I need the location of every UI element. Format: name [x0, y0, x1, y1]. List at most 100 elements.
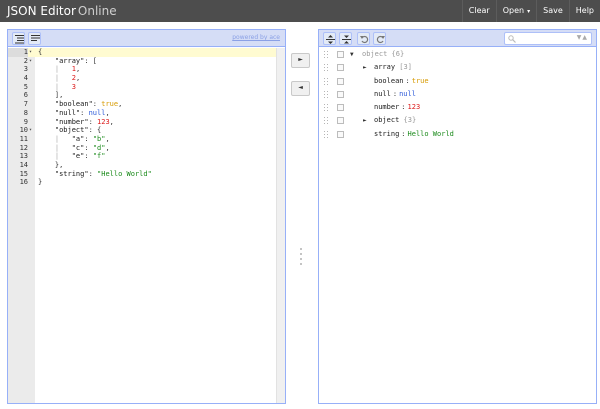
code-line: 3 | 1, — [8, 65, 276, 74]
code-line: 14 }, — [8, 161, 276, 170]
tree-root-label: object — [362, 50, 388, 58]
code-scrollbar[interactable] — [276, 48, 285, 403]
line-number: 7 — [23, 100, 28, 109]
drag-handle-icon[interactable] — [324, 104, 329, 112]
drag-handle-icon[interactable] — [324, 51, 329, 58]
context-menu-button[interactable] — [337, 64, 344, 72]
line-number: 3 — [23, 65, 28, 74]
arrow-left-icon: ◄ — [298, 84, 303, 91]
line-number: 15 — [19, 169, 28, 178]
clear-button[interactable]: Clear — [461, 0, 496, 22]
fold-icon[interactable]: ▾ — [29, 57, 32, 66]
tree-count: [3] — [399, 63, 412, 72]
open-label: Open — [502, 6, 525, 15]
line-number: 12 — [19, 143, 28, 152]
tree-node-number: number:123 — [319, 101, 596, 114]
drag-handle-icon[interactable] — [324, 90, 329, 98]
tree-node-array: ► array [3] — [319, 61, 596, 74]
context-menu-button[interactable] — [337, 104, 344, 112]
powered-by-link[interactable]: powered by ace — [232, 34, 280, 41]
open-menu-button[interactable]: Open ▾ — [495, 0, 536, 22]
tree-field[interactable]: object — [374, 116, 399, 124]
line-number: 5 — [23, 82, 28, 91]
code-line: 7 "boolean": true, — [8, 100, 276, 109]
search-input[interactable]: ▼▲ — [504, 32, 592, 45]
code-editor-panel: powered by ace 1 ▾{ 2 ▾ "array": [ 3 | 1, … — [7, 29, 286, 404]
tree-node-root: ▼ object {6} — [319, 48, 596, 61]
tree-value[interactable]: null — [399, 90, 416, 98]
tree-field[interactable]: number — [374, 103, 399, 111]
redo-icon — [376, 35, 385, 44]
tree-root-count: {6} — [391, 50, 405, 58]
expand-all-icon — [326, 35, 335, 44]
context-menu-button[interactable] — [337, 130, 344, 138]
code-toolbar: powered by ace — [8, 30, 285, 47]
tree-toolbar: ▼▲ — [319, 30, 596, 47]
tree-value[interactable]: 123 — [408, 103, 421, 111]
drag-handle-icon[interactable] — [324, 77, 329, 85]
compact-icon — [31, 35, 40, 41]
tree-editor-panel: ▼▲ ▼ object {6} ► array [3] boolean: true… — [318, 29, 597, 404]
line-number: 13 — [19, 152, 28, 161]
line-number: 8 — [23, 108, 28, 117]
tree-field[interactable]: null — [374, 90, 391, 98]
tree-field[interactable]: array — [374, 63, 395, 71]
collapse-all-button[interactable] — [339, 32, 352, 45]
code-line: 6 ], — [8, 91, 276, 100]
fold-icon[interactable]: ▾ — [29, 48, 32, 57]
top-bar: JSON Editor Online Clear Open ▾ Save Help — [0, 0, 600, 22]
drag-handle-icon[interactable] — [324, 64, 329, 72]
line-number: 1 — [8, 48, 28, 57]
tree-value[interactable]: true — [412, 77, 429, 85]
tree-node-object: ► object {3} — [319, 114, 596, 127]
context-menu-button[interactable] — [337, 90, 344, 98]
drag-handle-icon[interactable] — [324, 117, 329, 125]
code-area[interactable]: 1 ▾{ 2 ▾ "array": [ 3 | 1, 4 | 2, 5 | 3 6 … — [8, 48, 276, 187]
collapse-all-icon — [342, 35, 351, 44]
code-line: 15 "string": "Hello World" — [8, 170, 276, 179]
code-line: 9 "number": 123, — [8, 118, 276, 127]
fold-icon[interactable]: ▾ — [29, 126, 32, 135]
collapsed-icon[interactable]: ► — [363, 61, 367, 74]
main-menu: Clear Open ▾ Save Help — [461, 0, 600, 22]
undo-button[interactable] — [357, 32, 370, 45]
code-line: 8 "null": null, — [8, 109, 276, 118]
tree-value[interactable]: Hello World — [408, 130, 454, 138]
arrow-right-icon: ► — [298, 56, 303, 63]
copy-to-tree-button[interactable]: ► — [291, 53, 310, 68]
compact-button[interactable] — [28, 32, 41, 45]
collapsed-icon[interactable]: ► — [363, 114, 367, 127]
format-button[interactable] — [12, 32, 25, 45]
format-icon — [15, 35, 24, 44]
search-icon — [508, 35, 516, 43]
line-number: 11 — [19, 134, 28, 143]
help-button[interactable]: Help — [568, 0, 600, 22]
code-line: 2 ▾ "array": [ — [8, 57, 276, 66]
search-nav-icon[interactable]: ▼▲ — [577, 34, 588, 41]
line-number: 16 — [19, 178, 28, 187]
app-title: JSON Editor Online — [7, 3, 117, 19]
save-button[interactable]: Save — [536, 0, 569, 22]
copy-to-code-button[interactable]: ◄ — [291, 81, 310, 96]
tree-view: ▼ object {6} ► array [3] boolean: true nu… — [319, 48, 596, 141]
expand-icon[interactable]: ▼ — [350, 48, 354, 61]
code-line: 11 | "a": "b", — [8, 135, 276, 144]
code-line: 4 | 2, — [8, 74, 276, 83]
line-number: 4 — [23, 74, 28, 83]
tree-node-null: null: null — [319, 88, 596, 101]
splitter-handle[interactable] — [300, 248, 302, 268]
code-line: 1 ▾{ — [8, 48, 276, 57]
tree-field[interactable]: string — [374, 130, 399, 138]
tree-count: {3} — [403, 116, 417, 125]
redo-button[interactable] — [373, 32, 386, 45]
context-menu-button[interactable] — [337, 117, 344, 125]
drag-handle-icon[interactable] — [324, 130, 329, 138]
expand-all-button[interactable] — [323, 32, 336, 45]
app-title-suffix: Online — [77, 4, 117, 18]
chevron-down-icon: ▾ — [527, 8, 531, 15]
context-menu-button[interactable] — [337, 77, 344, 85]
context-menu-button[interactable] — [337, 51, 344, 58]
tree-field[interactable]: boolean — [374, 77, 404, 85]
code-line: 13 | "e": "f" — [8, 152, 276, 161]
undo-icon — [360, 35, 369, 44]
